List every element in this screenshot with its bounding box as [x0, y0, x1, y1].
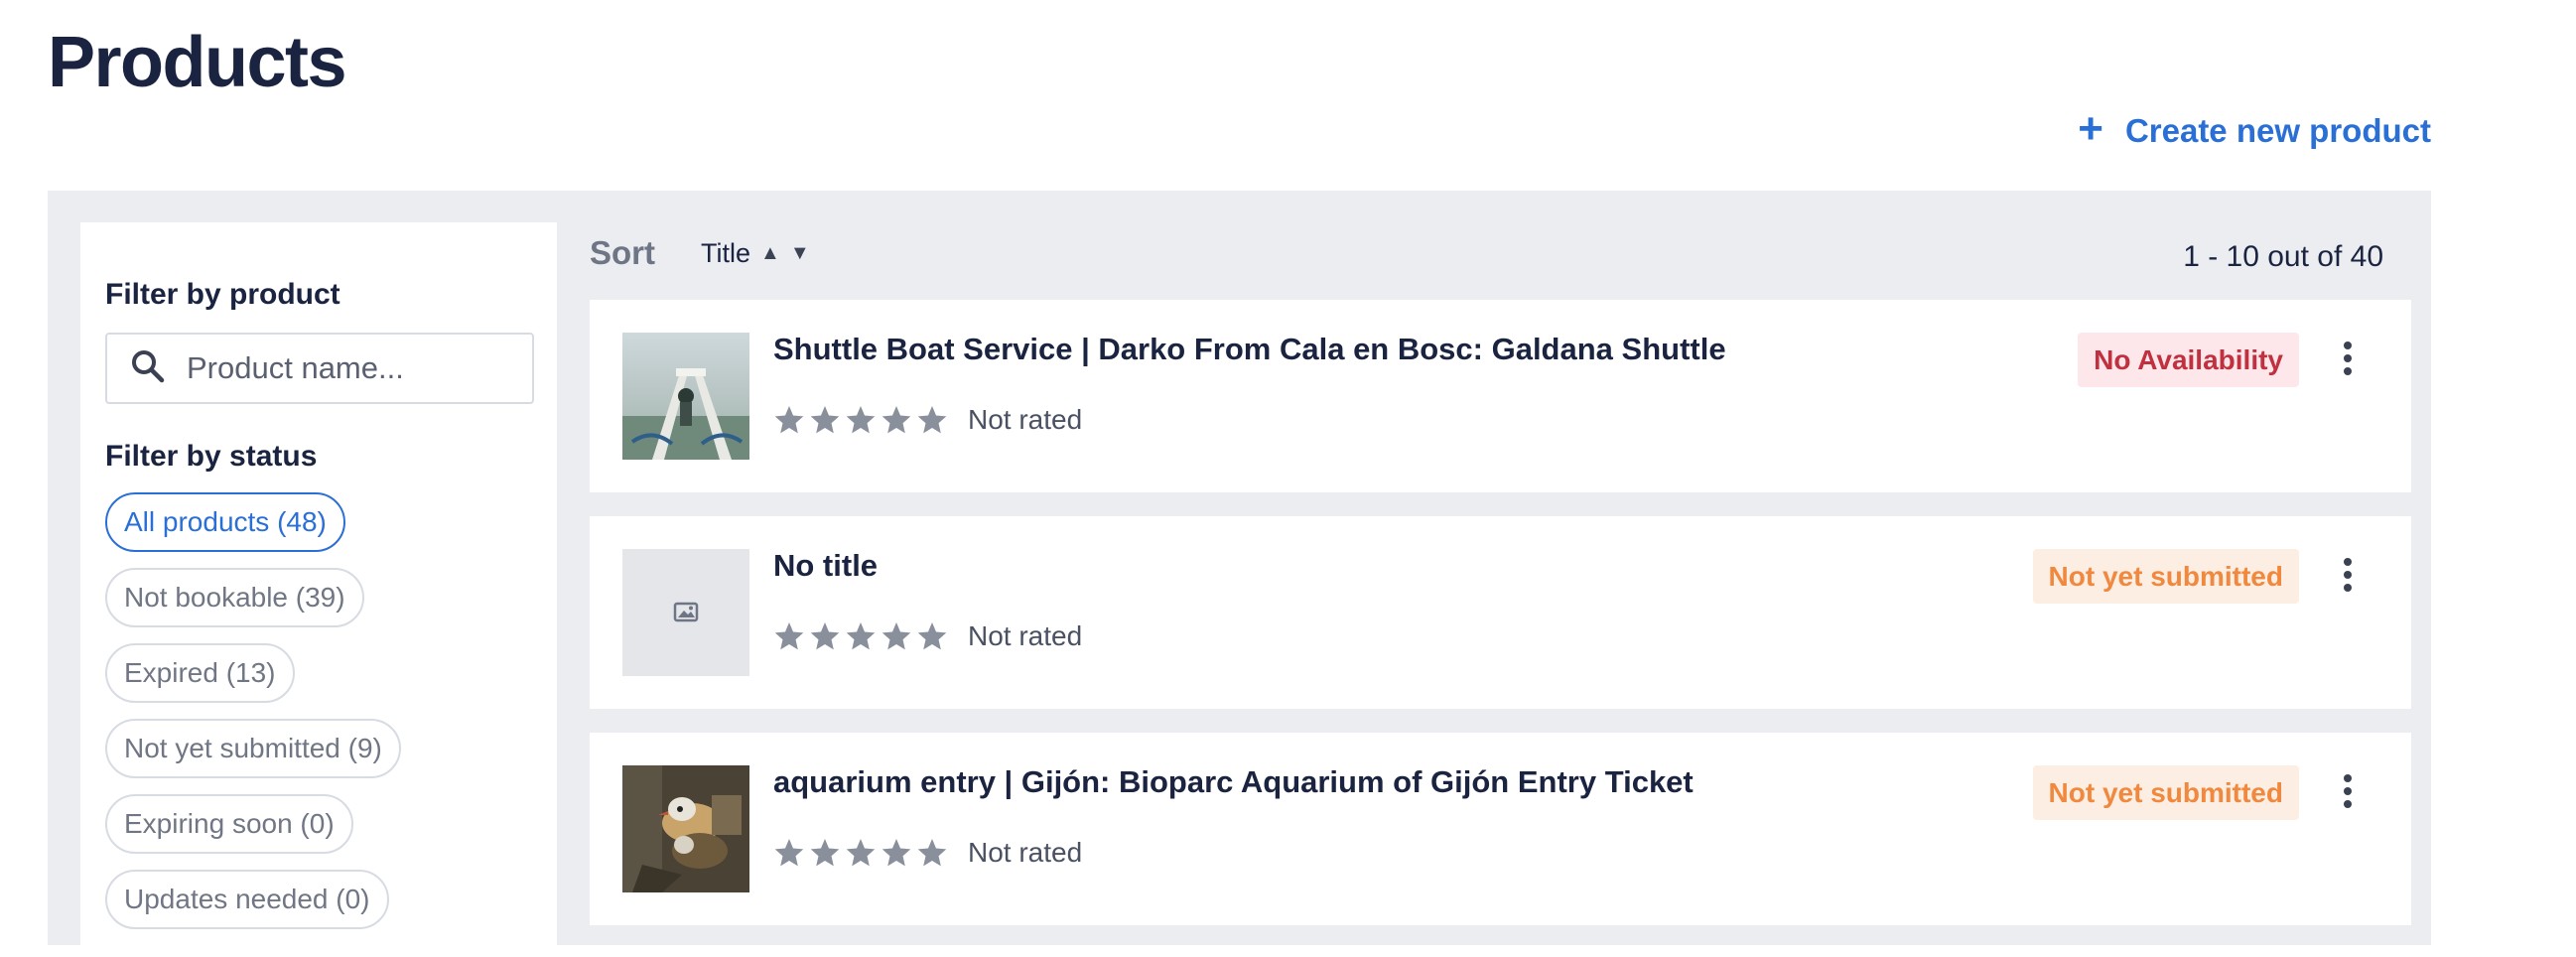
status-chip-all[interactable]: All products (48): [105, 492, 345, 552]
status-badge: Not yet submitted: [2032, 549, 2299, 604]
star-icon: [917, 622, 947, 650]
image-placeholder-icon[interactable]: [622, 549, 749, 676]
star-icon: [846, 622, 876, 650]
product-title[interactable]: aquarium entry | Gijón: Bioparc Aquarium…: [773, 764, 1694, 800]
star-icon: [810, 406, 840, 434]
status-chip-not-bookable[interactable]: Not bookable (39): [105, 568, 364, 627]
products-panel: Filter by product Filter by status All p…: [48, 191, 2431, 957]
more-options-icon[interactable]: [2342, 342, 2354, 375]
status-chip-updates-needed[interactable]: Updates needed (0): [105, 870, 389, 929]
product-thumbnail-boat[interactable]: [622, 333, 749, 460]
star-icon: [881, 622, 911, 650]
star-icon: [774, 839, 804, 867]
more-options-icon[interactable]: [2342, 774, 2354, 808]
sort-bar: Sort Title ▲ ▼: [590, 234, 810, 272]
sort-descending-icon[interactable]: ▼: [790, 242, 810, 265]
rating-text: Not rated: [968, 404, 1083, 435]
product-card: No title Not rated Not yet submitted: [590, 516, 2411, 709]
status-chip-expiring-soon[interactable]: Expiring soon (0): [105, 794, 353, 854]
star-icon: [881, 406, 911, 434]
status-chip-not-yet-submitted[interactable]: Not yet submitted (9): [105, 719, 401, 778]
product-title[interactable]: No title: [773, 548, 878, 584]
rating-text: Not rated: [968, 837, 1083, 868]
create-product-button[interactable]: + Create new product: [2078, 107, 2431, 151]
create-product-label: Create new product: [2124, 112, 2431, 149]
status-badge: No Availability: [2078, 333, 2299, 387]
star-icon: [810, 622, 840, 650]
sort-label: Sort: [590, 234, 655, 271]
star-icon: [810, 839, 840, 867]
star-icon: [917, 839, 947, 867]
page-title: Products: [48, 23, 347, 102]
star-icon: [774, 622, 804, 650]
pagination-count: 1 - 10 out of 40: [2183, 240, 2383, 273]
product-thumbnail-birds[interactable]: [622, 765, 749, 892]
sort-field-label: Title: [701, 237, 751, 268]
product-list: Shuttle Boat Service | Darko From Cala e…: [590, 300, 2411, 949]
filter-status-heading: Filter by status: [105, 440, 318, 473]
product-rating: Not rated: [773, 620, 1082, 652]
status-chip-expired[interactable]: Expired (13): [105, 643, 295, 703]
star-icon: [846, 839, 876, 867]
star-icon: [846, 406, 876, 434]
sort-ascending-icon[interactable]: ▲: [760, 242, 780, 265]
sort-title-control[interactable]: Title ▲ ▼: [701, 238, 810, 269]
rating-stars: [773, 837, 948, 869]
rating-text: Not rated: [968, 620, 1083, 651]
product-rating: Not rated: [773, 837, 1082, 869]
status-filter-list: All products (48) Not bookable (39) Expi…: [105, 492, 401, 929]
rating-stars: [773, 620, 948, 652]
product-rating: Not rated: [773, 404, 1082, 436]
product-search-input[interactable]: [185, 349, 516, 387]
product-card: aquarium entry | Gijón: Bioparc Aquarium…: [590, 733, 2411, 925]
plus-icon: +: [2078, 104, 2103, 153]
filter-sidebar: Filter by product Filter by status All p…: [80, 222, 557, 957]
product-title[interactable]: Shuttle Boat Service | Darko From Cala e…: [773, 332, 1726, 367]
star-icon: [881, 839, 911, 867]
star-icon: [917, 406, 947, 434]
more-options-icon[interactable]: [2342, 558, 2354, 592]
rating-stars: [773, 404, 948, 436]
search-icon: [131, 349, 165, 388]
filter-product-heading: Filter by product: [105, 278, 340, 311]
star-icon: [774, 406, 804, 434]
product-card: Shuttle Boat Service | Darko From Cala e…: [590, 300, 2411, 492]
product-search-box[interactable]: [105, 333, 534, 404]
status-badge: Not yet submitted: [2032, 765, 2299, 820]
